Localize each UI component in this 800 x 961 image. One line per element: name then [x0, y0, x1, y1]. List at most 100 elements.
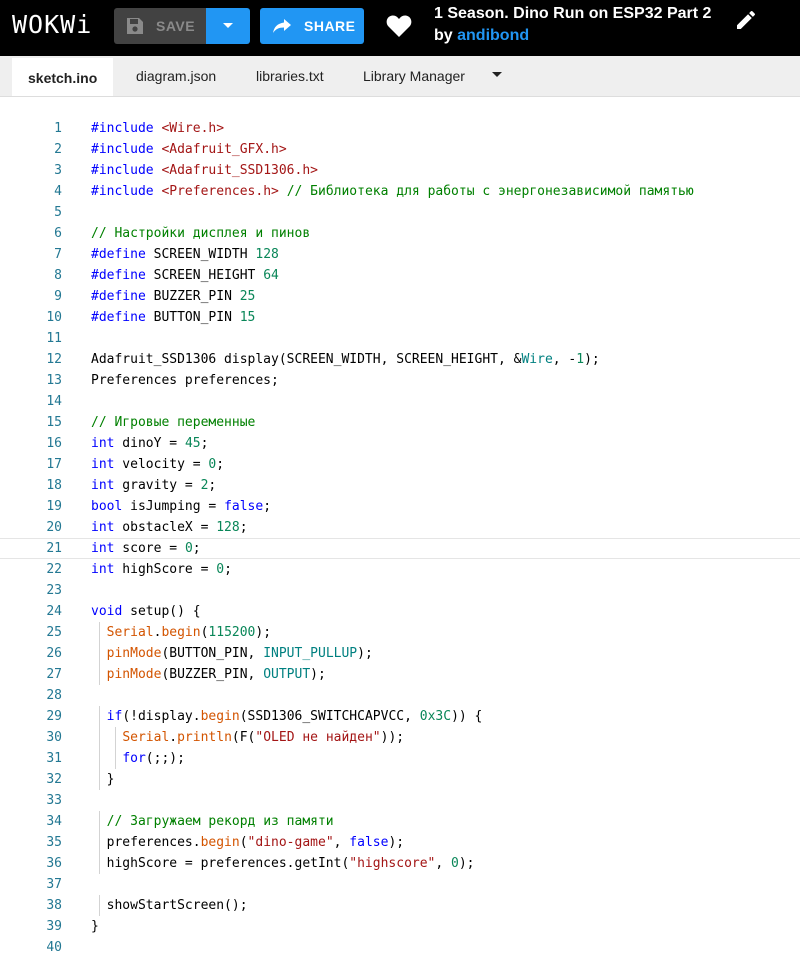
tab-diagram-json[interactable]: diagram.json — [136, 56, 216, 96]
code-text: for(;;); — [122, 751, 185, 766]
indent-guide — [99, 769, 100, 790]
line-number: 27 — [46, 667, 62, 682]
line-number: 12 — [46, 352, 62, 367]
code-line[interactable]: 37 — [0, 874, 800, 895]
code-line[interactable]: 10 #define BUTTON_PIN 15 — [0, 307, 800, 328]
code-line[interactable]: 1 #include <Wire.h> — [0, 118, 800, 139]
code-text: Serial.begin(115200); — [106, 625, 272, 640]
line-number: 36 — [46, 856, 62, 871]
code-line[interactable]: 36 highScore = preferences.getInt("highs… — [0, 853, 800, 874]
code-text: if(!display.begin(SSD1306_SWITCHCAPVCC, … — [106, 709, 483, 724]
code-line[interactable]: 31 for(;;); — [0, 748, 800, 769]
pencil-icon[interactable] — [734, 8, 758, 32]
line-number: 29 — [46, 709, 62, 724]
code-text: #define BUTTON_PIN 15 — [91, 310, 256, 325]
code-line[interactable]: 18 int gravity = 2; — [0, 475, 800, 496]
code-line[interactable]: 8 #define SCREEN_HEIGHT 64 — [0, 265, 800, 286]
code-line[interactable]: 17 int velocity = 0; — [0, 454, 800, 475]
code-line[interactable]: 39} — [0, 916, 800, 937]
code-line[interactable]: 29 if(!display.begin(SSD1306_SWITCHCAPVC… — [0, 706, 800, 727]
line-number: 22 — [46, 562, 62, 577]
line-number: 8 — [54, 268, 62, 283]
line-number: 28 — [46, 688, 62, 703]
indent-guide — [99, 853, 100, 874]
code-line[interactable]: 15 // Игровые переменные — [0, 412, 800, 433]
share-button[interactable]: SHARE — [260, 8, 364, 44]
line-number: 39 — [46, 919, 62, 934]
save-button[interactable]: SAVE — [114, 8, 206, 44]
indent-guide — [99, 664, 100, 685]
code-line[interactable]: 5 — [0, 202, 800, 223]
line-number: 26 — [46, 646, 62, 661]
line-number: 13 — [46, 373, 62, 388]
code-text: showStartScreen(); — [91, 898, 248, 913]
indent-guide — [99, 727, 100, 748]
wokwi-logo[interactable]: WOKWi — [12, 10, 92, 39]
code-line[interactable]: 2 #include <Adafruit_GFX.h> — [0, 139, 800, 160]
code-line[interactable]: 9 #define BUZZER_PIN 25 — [0, 286, 800, 307]
line-number: 17 — [46, 457, 62, 472]
line-number: 11 — [46, 331, 62, 346]
code-text: Adafruit_SSD1306 display(SCREEN_WIDTH, S… — [91, 352, 600, 367]
line-number: 37 — [46, 877, 62, 892]
code-line[interactable]: 34 // Загружаем рекорд из памяти — [0, 811, 800, 832]
code-text: pinMode(BUTTON_PIN, INPUT_PULLUP); — [106, 646, 373, 661]
line-number: 34 — [46, 814, 62, 829]
code-line[interactable]: 32 } — [0, 769, 800, 790]
line-number: 19 — [46, 499, 62, 514]
save-options-dropdown[interactable] — [206, 8, 250, 44]
share-label: SHARE — [304, 18, 356, 34]
code-line[interactable]: 21 int score = 0; — [0, 538, 800, 559]
line-number: 38 — [46, 898, 62, 913]
code-line[interactable]: 13 Preferences preferences; — [0, 370, 800, 391]
line-number: 30 — [46, 730, 62, 745]
floppy-disk-icon — [127, 18, 143, 34]
code-line[interactable]: 26 pinMode(BUTTON_PIN, INPUT_PULLUP); — [0, 643, 800, 664]
code-line[interactable]: 28 — [0, 685, 800, 706]
code-line[interactable]: 25 Serial.begin(115200); — [0, 622, 800, 643]
top-bar: WOKWi SAVE SHARE 1 Season. Dino Run on E… — [0, 0, 800, 56]
code-line[interactable]: 7 #define SCREEN_WIDTH 128 — [0, 244, 800, 265]
tab-sketch-ino[interactable]: sketch.ino — [12, 56, 114, 96]
caret-down-icon[interactable] — [490, 70, 504, 80]
code-line[interactable]: 3 #include <Adafruit_SSD1306.h> — [0, 160, 800, 181]
line-number: 15 — [46, 415, 62, 430]
author-link[interactable]: andibond — [457, 27, 529, 44]
line-number: 7 — [54, 247, 62, 262]
line-number: 2 — [54, 142, 62, 157]
code-line[interactable]: 38 showStartScreen(); — [0, 895, 800, 916]
code-line[interactable]: 4 #include <Preferences.h> // Библиотека … — [0, 181, 800, 202]
code-line[interactable]: 14 — [0, 391, 800, 412]
line-number: 31 — [46, 751, 62, 766]
code-line[interactable]: 11 — [0, 328, 800, 349]
code-editor[interactable]: 1 #include <Wire.h> 2 #include <Adafruit_GF… — [0, 118, 800, 958]
code-line[interactable]: 27 pinMode(BUZZER_PIN, OUTPUT); — [0, 664, 800, 685]
code-line[interactable]: 30 Serial.println(F("OLED не найден")); — [0, 727, 800, 748]
indent-guide — [99, 748, 100, 769]
code-line[interactable]: 22 int highScore = 0; — [0, 559, 800, 580]
code-line[interactable]: 23 — [0, 580, 800, 601]
code-line[interactable]: 20 int obstacleX = 128; — [0, 517, 800, 538]
code-line[interactable]: 16 int dinoY = 45; — [0, 433, 800, 454]
line-number: 24 — [46, 604, 62, 619]
line-number: 25 — [46, 625, 62, 640]
code-line[interactable]: 35 preferences.begin("dino-game", false)… — [0, 832, 800, 853]
code-text: } — [91, 919, 99, 934]
code-line[interactable]: 12 Adafruit_SSD1306 display(SCREEN_WIDTH,… — [0, 349, 800, 370]
code-text: int gravity = 2; — [91, 478, 217, 493]
code-line[interactable]: 40 — [0, 937, 800, 958]
code-line[interactable]: 6 // Настройки дисплея и пинов — [0, 223, 800, 244]
tab-libraries-txt[interactable]: libraries.txt — [256, 56, 324, 96]
code-text: pinMode(BUZZER_PIN, OUTPUT); — [106, 667, 326, 682]
code-line[interactable]: 33 — [0, 790, 800, 811]
code-line[interactable]: 19 bool isJumping = false; — [0, 496, 800, 517]
code-text: #include <Preferences.h> // Библиотека д… — [91, 184, 694, 199]
code-line[interactable]: 24 void setup() { — [0, 601, 800, 622]
tab-library-manager[interactable]: Library Manager — [363, 56, 465, 96]
code-text: } — [91, 772, 115, 787]
code-text: #define SCREEN_HEIGHT 64 — [91, 268, 279, 283]
code-text: int obstacleX = 128; — [91, 520, 248, 535]
indent-guide — [99, 706, 100, 727]
heart-icon[interactable] — [386, 14, 412, 38]
line-number: 6 — [54, 226, 62, 241]
